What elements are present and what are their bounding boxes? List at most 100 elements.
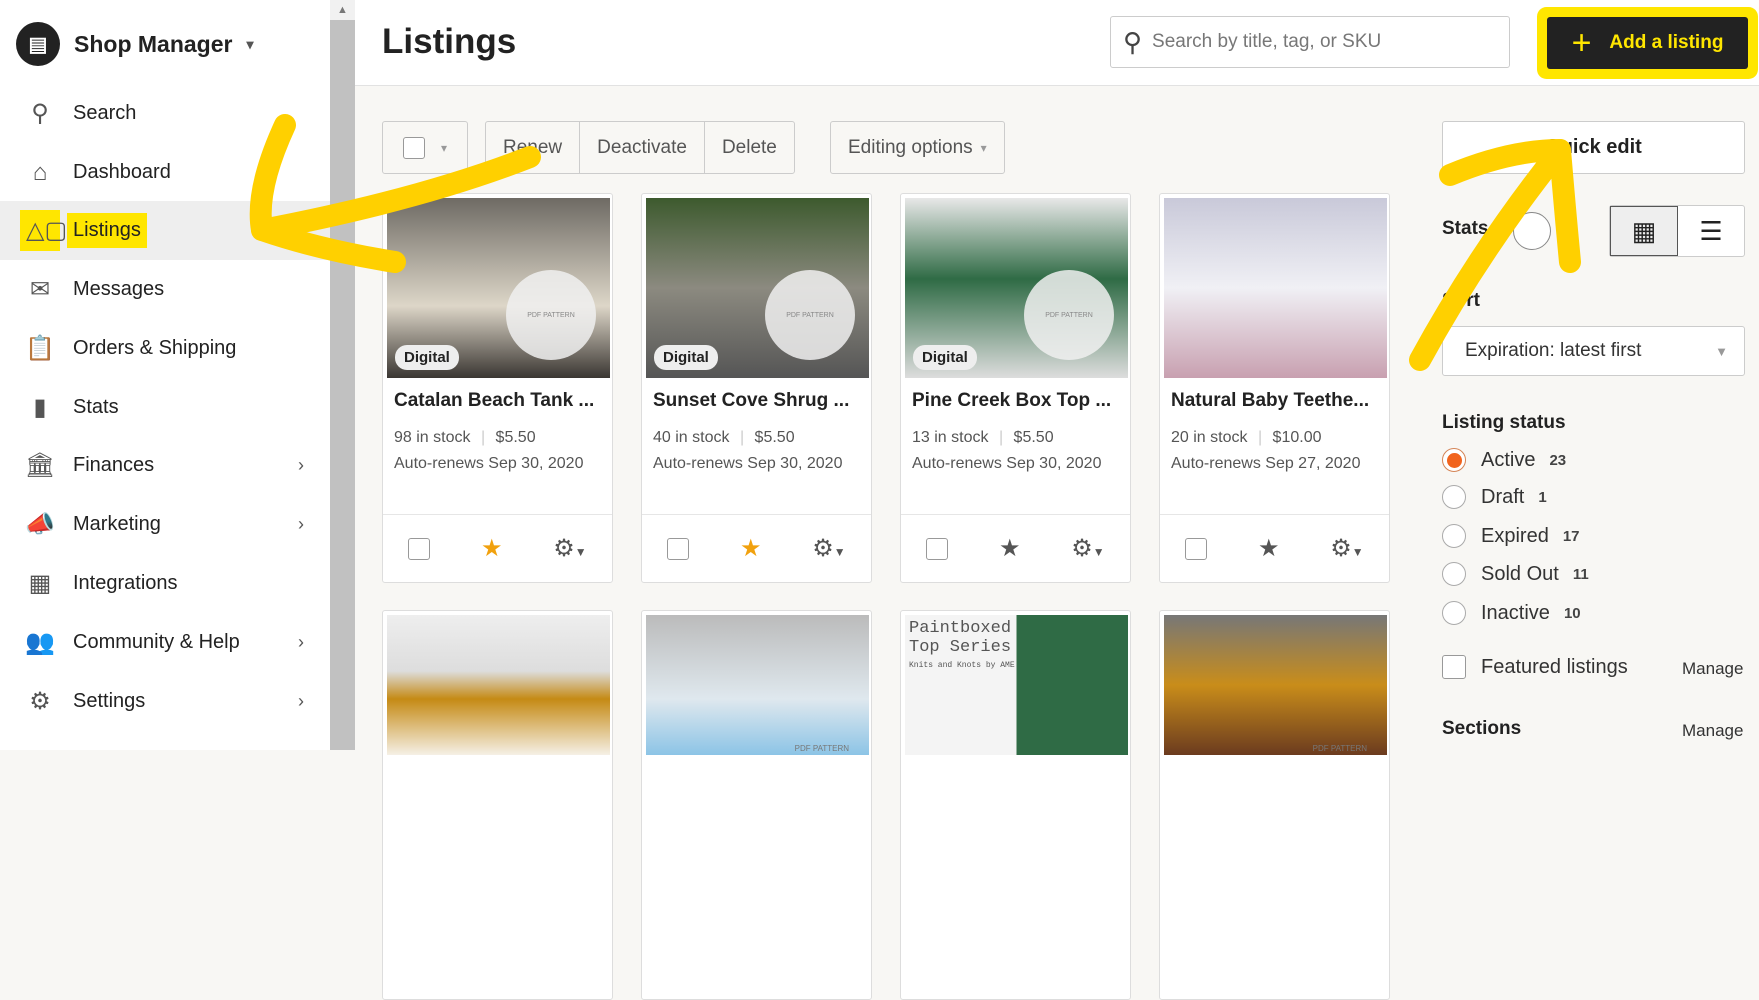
gear-icon[interactable]: ⚙▼ [553, 534, 586, 563]
digital-badge: Digital [654, 345, 718, 370]
sidebar-item-dashboard[interactable]: ⌂ Dashboard [0, 143, 330, 202]
sidebar-item-stats[interactable]: ▮ Stats [0, 378, 330, 437]
card-actions: ★ ⚙▼ [642, 514, 871, 582]
radio[interactable] [1442, 485, 1466, 509]
star-icon[interactable]: ★ [481, 534, 503, 563]
renewal-date: Auto-renews Sep 30, 2020 [912, 455, 1102, 472]
checkbox[interactable] [1442, 655, 1466, 679]
listing-image[interactable] [387, 615, 610, 755]
manage-sections-link[interactable]: Manage [1682, 721, 1743, 741]
digital-badge: Digital [913, 345, 977, 370]
chevron-right-icon: › [298, 514, 304, 534]
sidebar-item-marketing[interactable]: 📣 Marketing › [0, 495, 330, 554]
sidebar-item-finances[interactable]: 🏛 Finances › [0, 436, 330, 495]
listing-card[interactable]: PDF PATTERN Digital Sunset Cove Shrug ..… [641, 193, 872, 583]
listing-title[interactable]: Natural Baby Teethe... [1171, 390, 1381, 412]
listing-checkbox[interactable] [667, 537, 690, 560]
price: $10.00 [1272, 429, 1322, 446]
list-view-button[interactable]: ☰ [1678, 206, 1744, 256]
listing-image[interactable]: PDF PATTERN [646, 615, 869, 755]
listing-image[interactable]: PDF PATTERN Digital [646, 198, 869, 378]
editing-options-dropdown[interactable]: Editing options ▾ [830, 121, 1005, 174]
listing-checkbox[interactable] [926, 537, 949, 560]
renew-button[interactable]: Renew [486, 122, 581, 173]
listing-card[interactable]: Paintboxed Top Series Knits and Knots by … [900, 610, 1131, 1000]
gear-icon[interactable]: ⚙▼ [812, 534, 845, 563]
listing-stock-price: 20 in stock | $10.00 [1171, 429, 1322, 446]
deactivate-button[interactable]: Deactivate [580, 122, 705, 173]
grid-view-button[interactable]: ▦ [1610, 206, 1678, 256]
listing-title[interactable]: Pine Creek Box Top ... [912, 390, 1122, 412]
radio[interactable] [1442, 601, 1466, 625]
sidebar-item-integrations[interactable]: ▦ Integrations [0, 554, 330, 613]
manage-featured-link[interactable]: Manage [1682, 659, 1743, 679]
listing-title[interactable]: Sunset Cove Shrug ... [653, 390, 863, 412]
status-label: Sold Out [1481, 562, 1559, 585]
radio[interactable] [1442, 448, 1466, 472]
radio[interactable] [1442, 562, 1466, 586]
sidebar-item-label: Community & Help [73, 631, 240, 653]
listing-image[interactable]: PDF PATTERN Digital [387, 198, 610, 378]
star-icon[interactable]: ★ [999, 534, 1021, 563]
listing-card[interactable]: PDF PATTERN Digital Catalan Beach Tank .… [382, 193, 613, 583]
caret-down-icon: ▼ [1715, 343, 1728, 359]
sidebar-item-listings[interactable]: △▢ Listings [0, 201, 330, 260]
sidebar-item-label: Finances [73, 454, 155, 476]
sidebar-item-community-help[interactable]: 👥 Community & Help › [0, 613, 330, 672]
select-all-dropdown[interactable]: ▾ [382, 121, 468, 174]
status-radio-sold-out[interactable]: Sold Out 11 [1442, 562, 1589, 586]
quick-edit-button[interactable]: Quick edit [1442, 121, 1745, 174]
image-caption: Paintboxed Top Series Knits and Knots by … [909, 619, 1015, 670]
listing-image[interactable]: PDF PATTERN [1164, 615, 1387, 755]
gear-icon[interactable]: ⚙▼ [1330, 534, 1363, 563]
scroll-up-arrow[interactable]: ▲ [330, 0, 355, 20]
status-radio-draft[interactable]: Draft 1 [1442, 485, 1547, 509]
listing-checkbox[interactable] [1185, 537, 1208, 560]
status-label: Inactive [1481, 601, 1550, 624]
listings-icon: △▢ [20, 210, 67, 251]
status-radio-inactive[interactable]: Inactive 10 [1442, 601, 1581, 625]
star-icon[interactable]: ★ [1258, 534, 1280, 563]
sidebar-item-orders-shipping[interactable]: 📋 Orders & Shipping [0, 319, 330, 378]
integrations-icon: ▦ [28, 570, 52, 597]
listing-card[interactable]: PDF PATTERN Digital Pine Creek Box Top .… [900, 193, 1131, 583]
listing-card[interactable]: Natural Baby Teethe... 20 in stock | $10… [1159, 193, 1390, 583]
listing-image[interactable] [1164, 198, 1387, 378]
search-icon: ⚲ [31, 100, 49, 127]
search-input[interactable]: ⚲ Search by title, tag, or SKU [1110, 16, 1510, 68]
add-listing-button[interactable]: + Add a listing [1547, 17, 1748, 69]
star-icon[interactable]: ★ [740, 534, 762, 563]
delete-button[interactable]: Delete [705, 122, 794, 173]
listing-image[interactable]: PDF PATTERN Digital [905, 198, 1128, 378]
featured-listings-checkbox[interactable]: Featured listings [1442, 655, 1628, 679]
radio[interactable] [1442, 524, 1466, 548]
shop-manager-menu[interactable]: ▤ Shop Manager ▾ [16, 22, 254, 66]
search-icon: ⚲ [1123, 26, 1143, 57]
sidebar-item-search[interactable]: ⚲ Search [0, 84, 330, 143]
status-radio-expired[interactable]: Expired 17 [1442, 524, 1580, 548]
sort-select[interactable]: Expiration: latest first ▼ [1442, 326, 1745, 376]
page-title: Listings [382, 22, 517, 61]
listing-image[interactable]: Paintboxed Top Series Knits and Knots by … [905, 615, 1128, 755]
listing-title[interactable]: Catalan Beach Tank ... [394, 390, 604, 412]
gear-icon[interactable]: ⚙▼ [1071, 534, 1104, 563]
card-actions: ★ ⚙▼ [1160, 514, 1389, 582]
sidebar-item-messages[interactable]: ✉ Messages [0, 260, 330, 319]
digital-badge: Digital [395, 345, 459, 370]
listing-card[interactable] [382, 610, 613, 1000]
stats-toggle[interactable] [1513, 212, 1551, 250]
stock: 20 in stock [1171, 429, 1248, 446]
status-label: Expired [1481, 524, 1549, 547]
select-all-checkbox[interactable] [402, 136, 425, 159]
listing-checkbox[interactable] [408, 537, 431, 560]
status-radio-active[interactable]: Active 23 [1442, 448, 1566, 472]
dashboard-icon: ⌂ [32, 158, 48, 186]
listing-card[interactable]: PDF PATTERN [1159, 610, 1390, 1000]
sidebar-item-settings[interactable]: ⚙ Settings › [0, 672, 330, 731]
sidebar-scrollbar[interactable]: ▲ [330, 0, 355, 750]
chevron-right-icon: › [298, 455, 304, 475]
pdf-pattern-sticker: PDF PATTERN [506, 270, 596, 360]
sort-value: Expiration: latest first [1465, 340, 1642, 361]
listing-card[interactable]: PDF PATTERN [641, 610, 872, 1000]
sidebar-item-label: Marketing [73, 513, 161, 535]
